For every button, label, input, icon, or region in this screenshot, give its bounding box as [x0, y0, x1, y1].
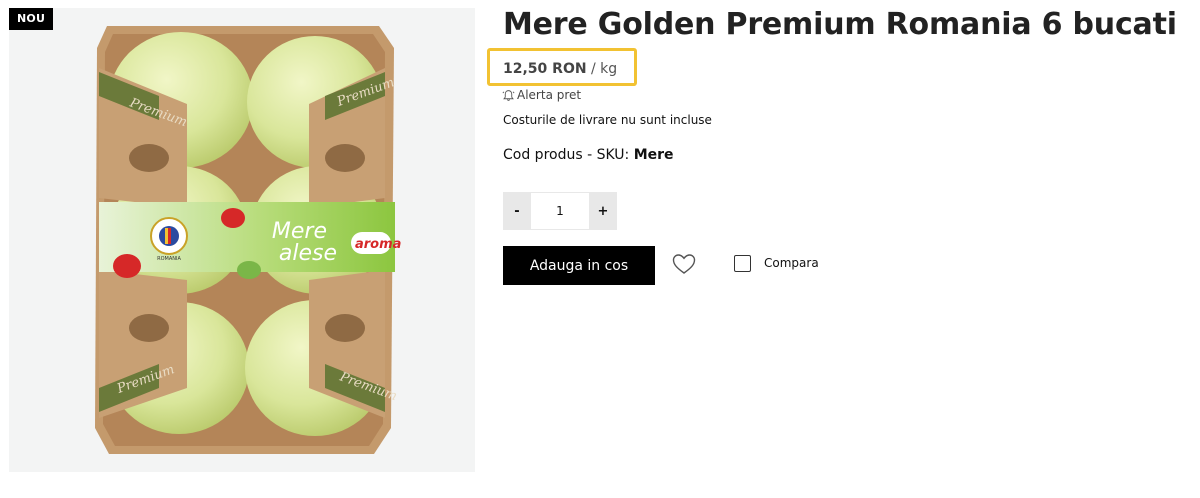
sku: Cod produs - SKU: Mere: [503, 145, 674, 165]
compare-option[interactable]: Compara: [734, 255, 819, 272]
product-image[interactable]: Premium Premium Premium Premium ROMANIA …: [9, 8, 475, 472]
price-amount: 12,50 RON: [503, 61, 587, 77]
quantity-input[interactable]: [531, 192, 589, 230]
delivery-note: Costurile de livrare nu sunt incluse: [503, 113, 712, 127]
quantity-increase-button[interactable]: +: [589, 192, 617, 230]
price-alert-link[interactable]: Alerta pret: [502, 87, 581, 103]
price-alert-label: Alerta pret: [517, 88, 582, 102]
band-text-line2: alese: [279, 241, 337, 266]
price-unit: / kg: [591, 61, 618, 77]
sku-value: Mere: [633, 147, 674, 163]
heart-icon: [672, 254, 696, 274]
compare-label: Compara: [764, 256, 819, 270]
add-to-cart-button[interactable]: Adauga in cos: [503, 246, 655, 285]
bell-icon: [502, 89, 515, 101]
apple-crate-illustration: Premium Premium Premium Premium ROMANIA …: [95, 26, 401, 454]
new-badge: NOU: [9, 8, 54, 30]
band-brand: aroma: [355, 237, 401, 252]
compare-checkbox[interactable]: [734, 255, 751, 272]
wishlist-button[interactable]: [671, 252, 697, 276]
sku-label: Cod produs - SKU:: [503, 147, 630, 163]
quantity-decrease-button[interactable]: -: [503, 192, 531, 230]
quantity-stepper: - +: [503, 192, 617, 230]
origin-seal-text: ROMANIA: [157, 256, 181, 262]
product-title: Mere Golden Premium Romania 6 bucati: [503, 7, 1177, 42]
price: 12,50 RON / kg: [503, 60, 617, 78]
